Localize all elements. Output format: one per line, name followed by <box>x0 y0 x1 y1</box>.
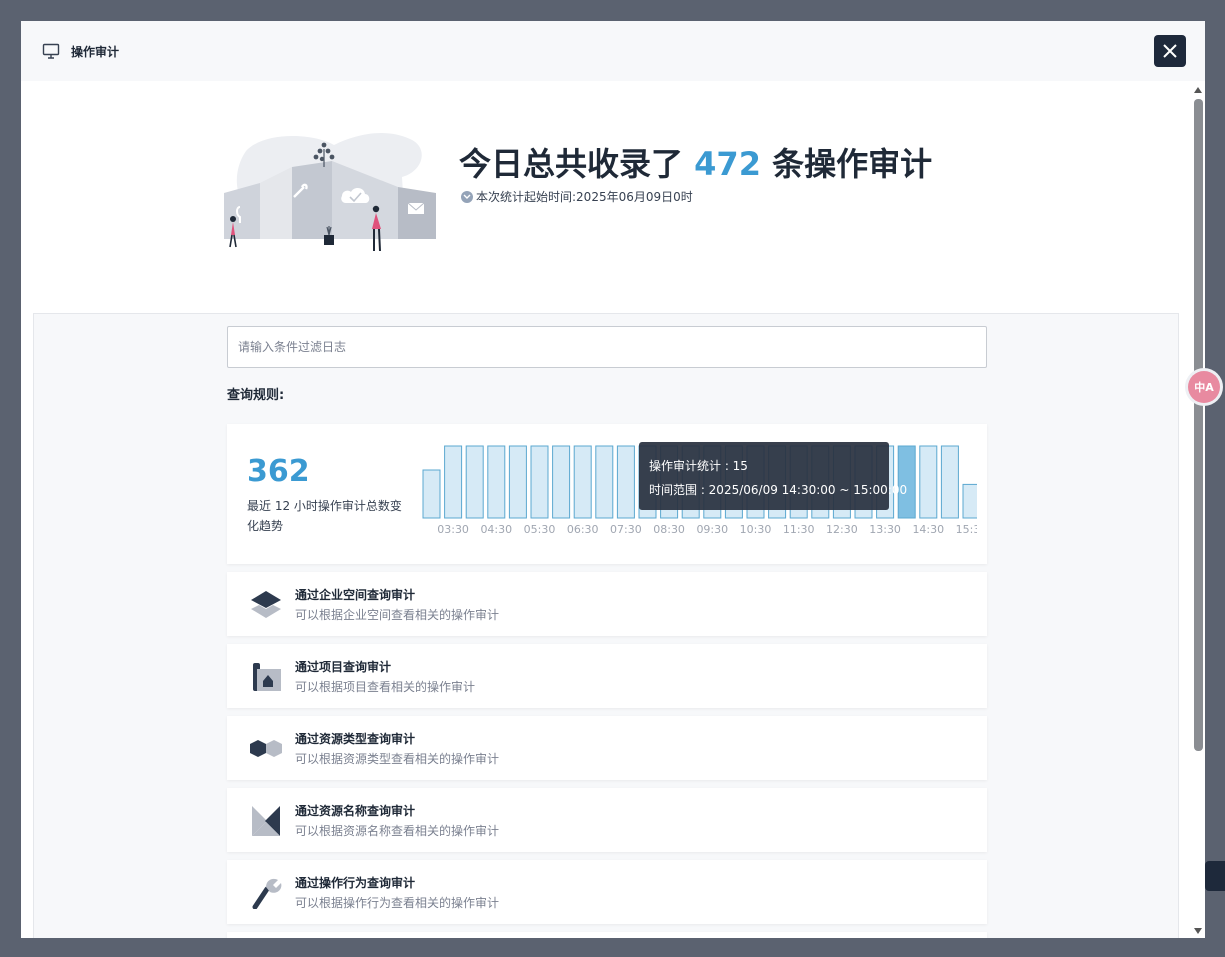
rules-label: 查询规则: <box>227 388 285 403</box>
x-tick-label: 13:30 <box>869 523 901 536</box>
rule-title: 通过资源名称查询审计 <box>295 804 416 818</box>
translate-icon[interactable]: 中A <box>1188 371 1220 403</box>
x-tick-label: 06:30 <box>567 523 599 536</box>
hero-title-prefix: 今日总共收录了 <box>459 145 684 183</box>
x-tick-label: 11:30 <box>783 523 815 536</box>
x-tick-label: 08:30 <box>653 523 685 536</box>
x-tick-label: 07:30 <box>610 523 642 536</box>
project-icon <box>253 663 281 691</box>
x-tick-label: 09:30 <box>696 523 728 536</box>
x-tick-label: 10:30 <box>740 523 772 536</box>
x-tick-label: 12:30 <box>826 523 858 536</box>
close-button[interactable] <box>1154 35 1186 67</box>
stat-description: 最近 12 小时操作审计总数变化趋势 <box>247 499 402 533</box>
chart-bar[interactable] <box>508 445 527 519</box>
hero-count: 472 <box>694 145 761 183</box>
hero-title: 今日总共收录了 472 条操作审计 <box>459 139 932 185</box>
x-tick-label: 14:30 <box>912 523 944 536</box>
rule-title: 通过项目查询审计 <box>295 660 392 674</box>
chart-bar[interactable] <box>487 445 506 519</box>
vertical-scrollbar[interactable] <box>1192 83 1204 938</box>
layers-icon <box>251 591 281 618</box>
audit-illustration <box>224 132 436 252</box>
rule-next[interactable] <box>227 932 987 938</box>
close-icon <box>1163 44 1177 58</box>
hero-subtitle: 本次统计起始时间:2025年06月09日0时 <box>461 188 693 205</box>
chart-bar[interactable] <box>552 445 571 519</box>
chart-bar[interactable] <box>962 483 977 519</box>
tooltip-count: 操作审计统计 : 15 <box>649 459 748 473</box>
scroll-down-arrow[interactable] <box>1194 928 1202 934</box>
scroll-thumb[interactable] <box>1194 99 1203 751</box>
chart-bar[interactable] <box>573 445 592 519</box>
hero-section: 今日总共收录了 472 条操作审计 本次统计起始时间:2025年06月09日0时 <box>21 81 1181 313</box>
resource-name-icon <box>252 806 280 836</box>
stat-card: 362 最近 12 小时操作审计总数变化趋势 03:30 04:30 05:30 06… <box>227 424 987 564</box>
chart-bar[interactable] <box>530 445 549 519</box>
wrench-icon <box>252 878 282 909</box>
modal-title: 操作审计 <box>71 45 120 59</box>
rule-desc: 可以根据项目查看相关的操作审计 <box>295 680 476 694</box>
search-input[interactable] <box>227 326 987 368</box>
audit-panel: 查询规则: 362 最近 12 小时操作审计总数变化趋势 03:30 04:30 0… <box>33 313 1179 938</box>
chart-bar[interactable] <box>465 445 484 519</box>
chart-bar[interactable] <box>595 445 614 519</box>
rule-resource-name[interactable]: 通过资源名称查询审计 可以根据资源名称查看相关的操作审计 <box>227 788 987 852</box>
chart-bar[interactable] <box>897 445 916 519</box>
x-tick-label: 05:30 <box>524 523 556 536</box>
chevron-down-icon <box>461 190 473 203</box>
chart-bar[interactable] <box>444 445 463 519</box>
rule-desc: 可以根据企业空间查看相关的操作审计 <box>295 608 500 622</box>
tooltip-range: 时间范围 : 2025/06/09 14:30:00 ~ 15:00:00 <box>649 483 908 497</box>
stat-total: 362 <box>247 454 310 489</box>
chart-bar[interactable] <box>422 469 441 519</box>
hexagons-icon <box>250 740 282 757</box>
rule-title: 通过操作行为查询审计 <box>295 876 416 890</box>
rule-resource-type[interactable]: 通过资源类型查询审计 可以根据资源类型查看相关的操作审计 <box>227 716 987 780</box>
stat-start-time: 本次统计起始时间:2025年06月09日0时 <box>476 190 693 204</box>
chart-bar[interactable] <box>919 445 938 519</box>
rule-desc: 可以根据操作行为查看相关的操作审计 <box>295 896 500 910</box>
side-tool-tab[interactable] <box>1205 861 1225 891</box>
monitor-icon <box>42 43 60 59</box>
x-tick-label: 15:30 <box>956 523 977 536</box>
audit-modal: 操作审计 今日总共收录了 472 条操作审计 本次统计起始时间:2025年06月… <box>21 21 1205 938</box>
chart-bar[interactable] <box>940 445 959 519</box>
chart-bar[interactable] <box>616 445 635 519</box>
rule-desc: 可以根据资源类型查看相关的操作审计 <box>295 752 500 766</box>
rule-title: 通过企业空间查询审计 <box>295 588 416 602</box>
modal-header: 操作审计 <box>21 21 1205 81</box>
rule-title: 通过资源类型查询审计 <box>295 732 416 746</box>
rule-desc: 可以根据资源名称查看相关的操作审计 <box>295 824 500 838</box>
rule-workspace[interactable]: 通过企业空间查询审计 可以根据企业空间查看相关的操作审计 <box>227 572 987 636</box>
rule-project[interactable]: 通过项目查询审计 可以根据项目查看相关的操作审计 <box>227 644 987 708</box>
x-tick-label: 04:30 <box>480 523 512 536</box>
hero-title-suffix: 条操作审计 <box>772 145 933 183</box>
chart-tooltip: 操作审计统计 : 15 时间范围 : 2025/06/09 14:30:00 ~… <box>639 442 908 510</box>
scroll-up-arrow[interactable] <box>1194 87 1202 93</box>
x-tick-label: 03:30 <box>437 523 469 536</box>
rule-action[interactable]: 通过操作行为查询审计 可以根据操作行为查看相关的操作审计 <box>227 860 987 924</box>
